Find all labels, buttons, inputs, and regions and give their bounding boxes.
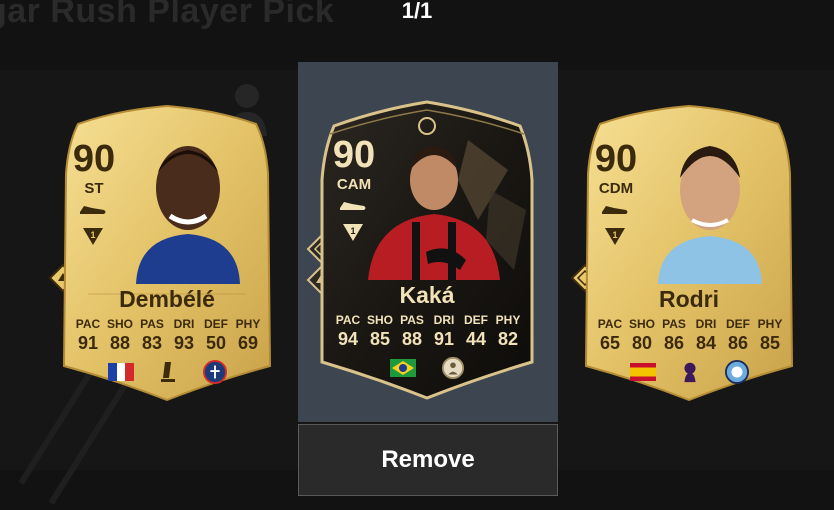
stat-value-sho: 88: [109, 333, 131, 353]
france-flag-icon: [108, 363, 135, 381]
stat-value-dri: 91: [433, 329, 455, 349]
stat-value-dri: 93: [173, 333, 195, 353]
card-stats: PAC 91 SHO 88 PAS 83 DRI 93 DEF 50 PHY 69: [72, 316, 264, 354]
player-photo: [136, 146, 240, 284]
stat-label-phy: PHY: [495, 313, 521, 327]
player-card-rodri[interactable]: 90 CDM 1 Rodri PAC 65 SHO 80 PAS 86 DRI 84 D…: [580, 104, 798, 404]
stat-label-pac: PAC: [335, 313, 361, 327]
stat-label-dri: DRI: [433, 313, 455, 327]
stat-label-phy: PHY: [235, 317, 261, 331]
boot-icon: [340, 202, 366, 210]
card-badges: [98, 360, 238, 384]
stat-label-sho: SHO: [366, 313, 393, 327]
svg-text:1: 1: [612, 230, 617, 240]
stat-label-phy: PHY: [757, 317, 783, 331]
stat-label-sho: SHO: [628, 317, 655, 331]
stat-value-phy: 82: [497, 329, 519, 349]
card-stats: PAC 65 SHO 80 PAS 86 DRI 84 DEF 86 PHY 85: [594, 316, 786, 354]
skill-rank-icon: 1: [605, 228, 625, 245]
stat-label-def: DEF: [464, 313, 488, 327]
player-photo: [658, 146, 762, 284]
brazil-flag-icon: [390, 359, 416, 377]
svg-text:1: 1: [90, 230, 95, 240]
card-position: CDM: [598, 180, 634, 197]
card-rating: 90: [72, 138, 116, 180]
spain-flag-icon: [630, 363, 657, 381]
stat-label-def: DEF: [204, 317, 228, 331]
stat-value-sho: 80: [631, 333, 653, 353]
card-position: CAM: [336, 176, 372, 193]
card-badges: [620, 360, 760, 384]
boot-icon: [602, 206, 628, 214]
stat-value-pac: 94: [337, 329, 359, 349]
card-player-name: Kaká: [399, 282, 455, 308]
player-photo: [368, 146, 500, 280]
stat-value-def: 50: [205, 333, 227, 353]
card-rating: 90: [332, 134, 376, 176]
card-position: ST: [84, 180, 104, 197]
stat-value-phy: 69: [237, 333, 259, 353]
stat-value-def: 44: [465, 329, 487, 349]
skill-rank-icon: 1: [343, 224, 363, 241]
card-rating: 90: [594, 138, 638, 180]
card-player-name: Dembélé: [119, 286, 215, 312]
stat-value-pas: 88: [401, 329, 423, 349]
stat-value-pas: 83: [141, 333, 163, 353]
stat-value-dri: 84: [695, 333, 717, 353]
ligue1-logo-icon: [160, 362, 175, 382]
stat-value-pac: 65: [599, 333, 621, 353]
skill-rank-icon: 1: [83, 228, 103, 245]
stat-label-sho: SHO: [106, 317, 133, 331]
man-city-crest-icon: [724, 360, 749, 384]
card-player-name: Rodri: [658, 286, 720, 312]
stat-label-pac: PAC: [75, 317, 101, 331]
stat-value-phy: 85: [759, 333, 781, 353]
stat-value-pac: 91: [77, 333, 99, 353]
stat-label-pas: PAS: [400, 313, 424, 327]
psg-crest-icon: [202, 360, 227, 384]
player-card-dembele[interactable]: 90 ST 1 Dembélé PAC 91 SHO 88 PAS 83 DRI 93 …: [58, 104, 276, 404]
stat-label-dri: DRI: [173, 317, 195, 331]
icon-club-badge: [441, 356, 465, 380]
stat-label-pac: PAC: [597, 317, 623, 331]
stat-label-pas: PAS: [140, 317, 164, 331]
svg-text:1: 1: [350, 226, 355, 236]
pick-counter: 1/1: [401, 0, 433, 23]
remove-button[interactable]: Remove: [298, 424, 558, 496]
stat-label-pas: PAS: [662, 317, 686, 331]
stat-label-def: DEF: [726, 317, 750, 331]
stat-value-sho: 85: [369, 329, 391, 349]
stat-value-def: 86: [727, 333, 749, 353]
boot-icon: [80, 206, 106, 214]
stat-value-pas: 86: [663, 333, 685, 353]
card-badges: [378, 356, 478, 380]
premier-league-logo-icon: [684, 362, 696, 383]
stat-label-dri: DRI: [695, 317, 717, 331]
player-card-kaka[interactable]: 90 CAM 1 Kaká PAC 94 SHO 85 PAS 88 DRI 91 DE…: [318, 100, 536, 400]
card-stats: PAC 94 SHO 85 PAS 88 DRI 91 DEF 44 PHY 82: [332, 312, 524, 350]
